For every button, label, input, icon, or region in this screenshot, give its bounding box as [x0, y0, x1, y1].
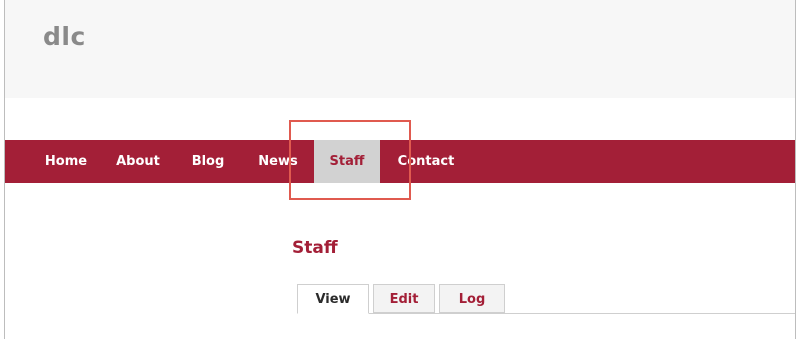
- nav-item-blog[interactable]: Blog: [189, 140, 227, 183]
- browser-viewport: dlc Home About Blog News Staff Contact S…: [4, 0, 796, 339]
- site-name[interactable]: dlc: [43, 22, 86, 51]
- nav-item-contact[interactable]: Contact: [394, 140, 458, 183]
- nav-item-news[interactable]: News: [255, 140, 301, 183]
- tabs-baseline: [297, 313, 795, 314]
- tab-log[interactable]: Log: [439, 284, 505, 313]
- tab-view[interactable]: View: [297, 284, 369, 314]
- nav-item-home[interactable]: Home: [43, 140, 89, 183]
- page-tabs: View Edit Log: [297, 284, 795, 314]
- page-title: Staff: [292, 238, 338, 258]
- nav-item-staff[interactable]: Staff: [314, 140, 380, 183]
- site-header: dlc: [5, 0, 795, 98]
- main-navigation: Home About Blog News Staff Contact: [5, 140, 795, 183]
- tab-edit[interactable]: Edit: [373, 284, 435, 313]
- nav-item-about[interactable]: About: [113, 140, 163, 183]
